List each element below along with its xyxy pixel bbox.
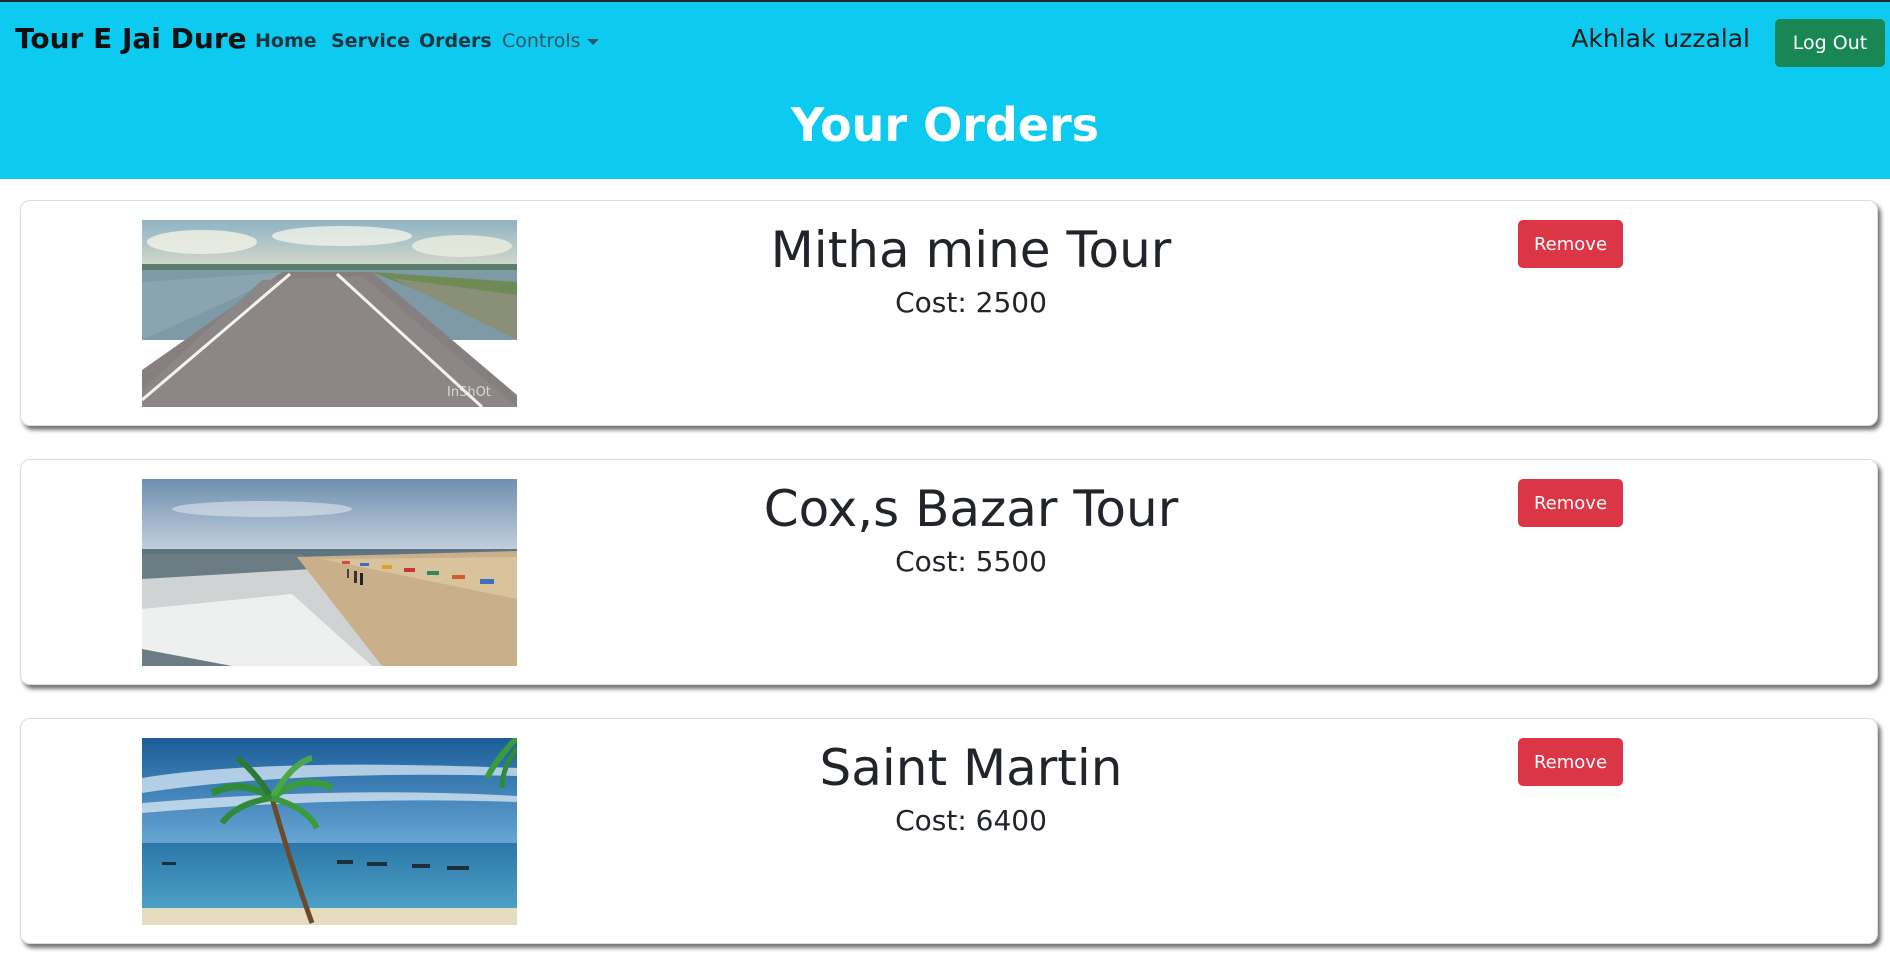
brand-link[interactable]: Tour E Jai Dure (15, 22, 247, 55)
order-card: InShOt Mitha mine Tour Cost: 2500 Remove (20, 200, 1878, 426)
nav-controls-dropdown[interactable]: Controls (502, 30, 599, 52)
order-title: Saint Martin (819, 739, 1123, 797)
page-title: Your Orders (790, 98, 1100, 152)
nav-service-link[interactable]: Service (331, 30, 410, 52)
order-card-body: Mitha mine Tour Cost: 2500 (611, 219, 1331, 319)
remove-button[interactable]: Remove (1518, 479, 1623, 527)
chevron-down-icon (586, 38, 599, 45)
order-card: Saint Martin Cost: 6400 Remove (20, 718, 1878, 944)
order-title: Mitha mine Tour (770, 221, 1172, 279)
order-card-body: Saint Martin Cost: 6400 (611, 737, 1331, 837)
navbar: Tour E Jai Dure Home Service Orders Cont… (0, 2, 1890, 82)
beach-photo (142, 479, 517, 666)
remove-button[interactable]: Remove (1518, 738, 1623, 786)
remove-button[interactable]: Remove (1518, 220, 1623, 268)
order-cost: Cost: 2500 (895, 285, 1047, 319)
order-title: Cox,s Bazar Tour (763, 480, 1179, 538)
nav-controls-label: Controls (502, 30, 581, 52)
page-header: Tour E Jai Dure Home Service Orders Cont… (0, 2, 1890, 179)
logout-button[interactable]: Log Out (1775, 19, 1885, 67)
image-watermark: InShOt (447, 385, 491, 400)
order-cost: Cost: 5500 (895, 544, 1047, 578)
road-lake-photo: InShOt (142, 220, 517, 407)
nav-home-link[interactable]: Home (255, 30, 317, 52)
palm-island-photo (142, 738, 517, 925)
nav-orders-link[interactable]: Orders (419, 30, 492, 52)
user-name: Akhlak uzzalal (1571, 24, 1750, 53)
order-card: Cox,s Bazar Tour Cost: 5500 Remove (20, 459, 1878, 685)
orders-list: InShOt Mitha mine Tour Cost: 2500 Remove (20, 200, 1878, 977)
order-card-body: Cox,s Bazar Tour Cost: 5500 (611, 478, 1331, 578)
order-cost: Cost: 6400 (895, 803, 1047, 837)
